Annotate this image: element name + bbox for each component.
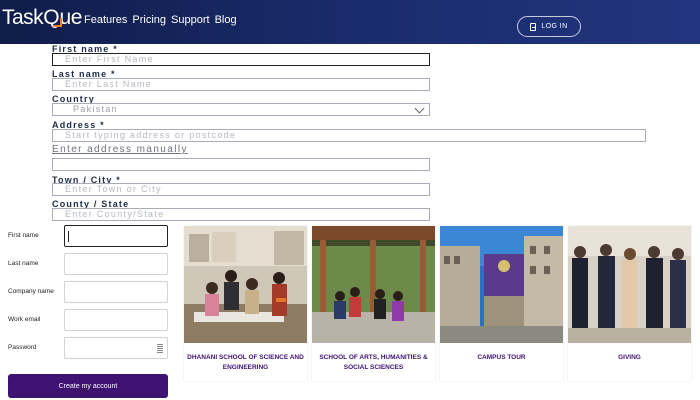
card-giving[interactable]: GIVING — [568, 226, 691, 381]
nav-links: Features Pricing Support Blog — [84, 14, 237, 26]
arts-pavilion-photo — [312, 226, 435, 343]
card-caption: SCHOOL OF ARTS, HUMANITIES & SOCIAL SCIE… — [319, 354, 428, 371]
enter-address-manually-link[interactable]: Enter address manually — [52, 144, 188, 155]
signup-last-name-label: Last name — [8, 260, 39, 267]
country-value: Pakistan — [73, 104, 118, 114]
nav-link-features[interactable]: Features — [84, 14, 127, 26]
card-caption: DHANANI SCHOOL OF SCIENCE AND ENGINEERIN… — [187, 354, 304, 371]
signup-last-name-input[interactable] — [64, 253, 168, 275]
manual-address-input[interactable] — [52, 158, 430, 171]
login-icon — [530, 22, 537, 31]
signup-email-input[interactable] — [64, 309, 168, 331]
campus-building-photo — [440, 226, 563, 343]
nav-link-support[interactable]: Support — [171, 14, 210, 26]
card-caption: CAMPUS TOUR — [477, 354, 526, 361]
signup-company-label: Company name — [8, 288, 54, 295]
logo-q-mark: Q — [43, 6, 60, 29]
signup-password-input[interactable] — [64, 337, 168, 359]
giving-group-photo — [568, 226, 691, 343]
nav-link-pricing[interactable]: Pricing — [132, 14, 166, 26]
first-name-input[interactable]: Enter First Name — [52, 53, 430, 66]
last-name-input[interactable]: Enter Last Name — [52, 78, 430, 91]
taskque-logo[interactable]: Task Q ue — [2, 6, 82, 32]
card-campus-tour[interactable]: CAMPUS TOUR — [440, 226, 563, 381]
top-navbar: Task Q ue Features Pricing Support Blog … — [0, 0, 700, 44]
signup-first-name-input[interactable] — [64, 225, 168, 247]
signup-company-input[interactable] — [64, 281, 168, 303]
card-science-engineering[interactable]: DHANANI SCHOOL OF SCIENCE AND ENGINEERIN… — [184, 226, 307, 381]
password-manager-icon[interactable] — [157, 344, 163, 353]
address-input[interactable]: Start typing address or postcode — [52, 129, 646, 142]
card-caption: GIVING — [618, 354, 641, 361]
country-select[interactable]: Pakistan — [52, 103, 430, 116]
login-button[interactable]: LOG IN — [517, 16, 581, 37]
signup-password-label: Password — [8, 344, 37, 351]
nav-link-blog[interactable]: Blog — [215, 14, 237, 26]
signup-email-label: Work email — [8, 316, 41, 323]
county-input[interactable]: Enter County/State — [52, 208, 430, 221]
logo-text-prefix: Task — [2, 6, 44, 29]
logo-text-suffix: ue — [59, 6, 83, 29]
science-lab-photo — [184, 226, 307, 343]
town-input[interactable]: Enter Town or City — [52, 183, 430, 196]
card-arts-humanities[interactable]: SCHOOL OF ARTS, HUMANITIES & SOCIAL SCIE… — [312, 226, 435, 381]
address-form: First name * Enter First Name Last name … — [0, 44, 700, 224]
login-label: LOG IN — [541, 23, 568, 30]
chevron-down-icon — [414, 103, 425, 114]
signup-first-name-label: First name — [8, 232, 39, 239]
create-account-button[interactable]: Create my account — [8, 374, 168, 398]
